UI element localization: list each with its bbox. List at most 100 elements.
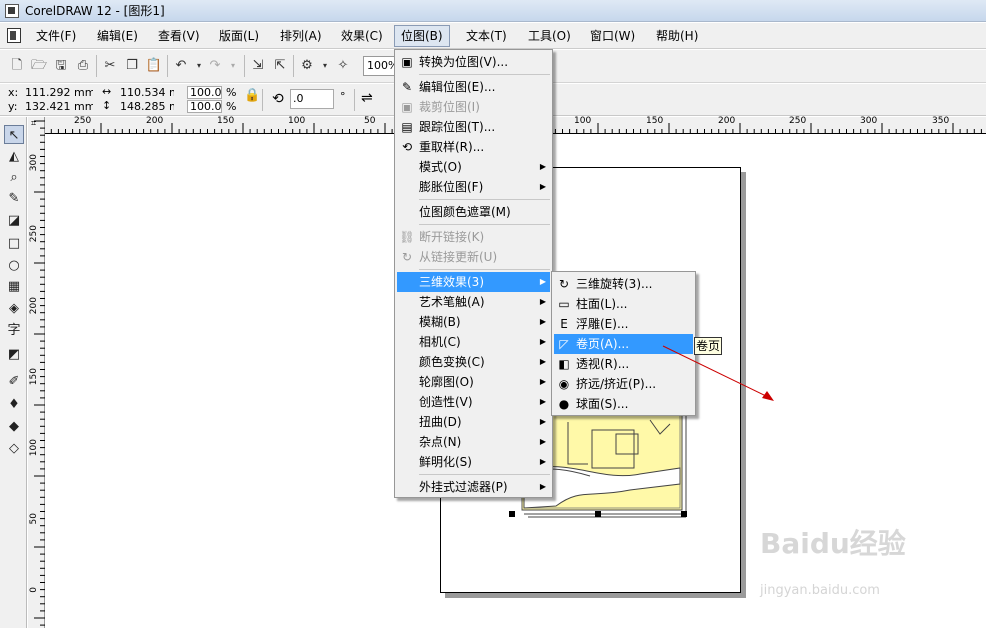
paste-icon[interactable]: 📋 <box>145 57 163 75</box>
selection-handle[interactable] <box>681 511 687 517</box>
shape-tool-icon[interactable]: ◭ <box>4 147 24 166</box>
menu-plugins[interactable]: 外挂式过滤器(P) ▶ <box>397 477 550 497</box>
new-icon[interactable]: 🗋 <box>8 57 26 75</box>
menu-sharpen[interactable]: 鲜明化(S) ▶ <box>397 452 550 472</box>
h-tick-label: 300 <box>860 116 878 126</box>
cut-icon[interactable]: ✂ <box>101 57 119 75</box>
convert-to-bitmap-icon: ▣ <box>401 55 413 69</box>
zoom-tool-icon[interactable]: ⌕ <box>4 168 24 187</box>
menu-arrange[interactable]: 排列(A) <box>274 26 328 46</box>
menu-camera[interactable]: 相机(C) ▶ <box>397 332 550 352</box>
h-tick-label: 150 <box>646 116 664 126</box>
width-field[interactable]: 110.534 mr <box>117 86 175 99</box>
rectangle-tool-icon[interactable]: □ <box>4 234 24 253</box>
height-icon: ↕ <box>102 99 112 112</box>
ruler-origin-icon[interactable]: ⌗ <box>31 119 36 129</box>
selection-handle[interactable] <box>595 511 601 517</box>
menu-noise[interactable]: 杂点(N) ▶ <box>397 432 550 452</box>
welcome-icon[interactable]: ✧ <box>334 57 352 75</box>
smart-fill-icon[interactable]: ◪ <box>4 211 24 230</box>
save-icon[interactable]: 🖫 <box>52 57 70 75</box>
redo-icon[interactable]: ↷ <box>206 57 224 75</box>
rotation-angle-field[interactable]: .0 <box>290 89 334 109</box>
menu-bitmap-color-mask[interactable]: 位图颜色遮罩(M) <box>397 202 550 222</box>
print-icon[interactable]: ⎙ <box>74 57 92 75</box>
menu-update-from-link[interactable]: ↻ 从链接更新(U) <box>397 247 550 267</box>
import-icon[interactable]: ⇲ <box>249 57 267 75</box>
menu-tools[interactable]: 工具(O) <box>522 26 577 46</box>
freehand-tool-icon[interactable]: ✎ <box>4 189 24 208</box>
h-tick-label: 100 <box>288 116 306 126</box>
submenu-arrow-icon: ▶ <box>539 397 546 406</box>
document-icon[interactable] <box>7 28 21 43</box>
menu-mode[interactable]: 模式(O) ▶ <box>397 157 550 177</box>
menu-inflate-bitmap[interactable]: 膨胀位图(F) ▶ <box>397 177 550 197</box>
menu-edit-bitmap[interactable]: ✎ 编辑位图(E)... <box>397 77 550 97</box>
lock-ratio-icon[interactable]: 🔒 <box>244 88 260 103</box>
vertical-ruler[interactable]: 300 250 200 150 100 50 0 <box>28 117 45 628</box>
menu-trace-bitmap[interactable]: ▤ 跟踪位图(T)... <box>397 117 550 137</box>
height-field[interactable]: 148.285 mr <box>117 100 175 113</box>
redo-dropdown-icon[interactable]: ▾ <box>224 57 242 75</box>
launcher-dropdown-icon[interactable]: ▾ <box>316 57 334 75</box>
menu-resample[interactable]: ⟲ 重取样(R)... <box>397 137 550 157</box>
polygon-tool-icon[interactable]: ▦ <box>4 277 24 296</box>
interactive-tool-icon[interactable]: ◩ <box>4 345 24 364</box>
submenu-arrow-icon: ▶ <box>539 317 546 326</box>
menu-help[interactable]: 帮助(H) <box>650 26 704 46</box>
menu-effects[interactable]: 效果(C) <box>335 26 389 46</box>
zoom-level-field[interactable]: 100% <box>363 56 398 76</box>
menu-break-link[interactable]: ⛓ 断开链接(K) <box>397 227 550 247</box>
copy-icon[interactable]: ❐ <box>123 57 141 75</box>
sphere-icon: ● <box>558 397 570 411</box>
menu-art-strokes[interactable]: 艺术笔触(A) ▶ <box>397 292 550 312</box>
undo-icon[interactable]: ↶ <box>172 57 190 75</box>
application-launcher-icon[interactable]: ⚙ <box>298 57 316 75</box>
menu-layout[interactable]: 版面(L) <box>213 26 265 46</box>
menu-color-transform[interactable]: 颜色变换(C) ▶ <box>397 352 550 372</box>
menu-text[interactable]: 文本(T) <box>460 26 513 46</box>
open-icon[interactable]: 🗁 <box>30 57 48 75</box>
ellipse-tool-icon[interactable]: ○ <box>4 256 24 275</box>
fill-tool-icon[interactable]: ◆ <box>4 417 24 436</box>
export-icon[interactable]: ⇱ <box>271 57 289 75</box>
v-tick-label: 250 <box>29 225 39 243</box>
menu-file[interactable]: 文件(F) <box>30 26 82 46</box>
menu-creative[interactable]: 创造性(V) ▶ <box>397 392 550 412</box>
eyedropper-icon[interactable]: ✐ <box>4 372 24 391</box>
menu-cylinder[interactable]: ▭ 柱面(L)... <box>554 294 693 314</box>
outline-tool-icon[interactable]: ♦ <box>4 395 24 414</box>
y-position-field[interactable]: 132.421 mm <box>22 100 94 113</box>
scale-y-field[interactable]: 100.0 <box>187 100 222 113</box>
mirror-icon[interactable]: ⇌ <box>361 90 373 106</box>
pick-tool-icon[interactable]: ↖ <box>4 125 24 144</box>
menu-blur[interactable]: 模糊(B) ▶ <box>397 312 550 332</box>
window-title: CorelDRAW 12 - [图形1] <box>25 4 165 18</box>
menu-convert-to-bitmap[interactable]: ▣ 转换为位图(V)... <box>397 52 550 72</box>
scale-x-field[interactable]: 100.0 <box>187 86 222 99</box>
menu-3d-rotate[interactable]: ↻ 三维旋转(3)... <box>554 274 693 294</box>
trace-bitmap-icon: ▤ <box>401 120 413 134</box>
submenu-arrow-icon: ▶ <box>539 337 546 346</box>
interactive-fill-icon[interactable]: ◇ <box>4 439 24 458</box>
menu-bitmaps[interactable]: 位图(B) <box>394 25 450 47</box>
rotation-icon: ⟲ <box>272 91 284 107</box>
menu-view[interactable]: 查看(V) <box>152 26 206 46</box>
menu-edit[interactable]: 编辑(E) <box>91 26 144 46</box>
menu-crop-bitmap[interactable]: ▣ 裁剪位图(I) <box>397 97 550 117</box>
3d-rotate-icon: ↻ <box>558 277 570 291</box>
h-tick-label: 100 <box>574 116 592 126</box>
text-tool-icon[interactable]: 字 <box>4 321 24 340</box>
menu-emboss[interactable]: E 浮雕(E)... <box>554 314 693 334</box>
submenu-arrow-icon: ▶ <box>539 357 546 366</box>
menu-distort[interactable]: 扭曲(D) ▶ <box>397 412 550 432</box>
basic-shapes-icon[interactable]: ◈ <box>4 299 24 318</box>
submenu-arrow-icon: ▶ <box>539 162 546 171</box>
x-position-field[interactable]: 111.292 mm <box>22 86 94 99</box>
menu-window[interactable]: 窗口(W) <box>584 26 641 46</box>
submenu-arrow-icon: ▶ <box>539 297 546 306</box>
menu-contour[interactable]: 轮廓图(O) ▶ <box>397 372 550 392</box>
selection-handle[interactable] <box>509 511 515 517</box>
menu-3d-effects[interactable]: 三维效果(3) ▶ <box>397 272 550 292</box>
watermark-logo: Baidu经验 <box>760 527 906 560</box>
